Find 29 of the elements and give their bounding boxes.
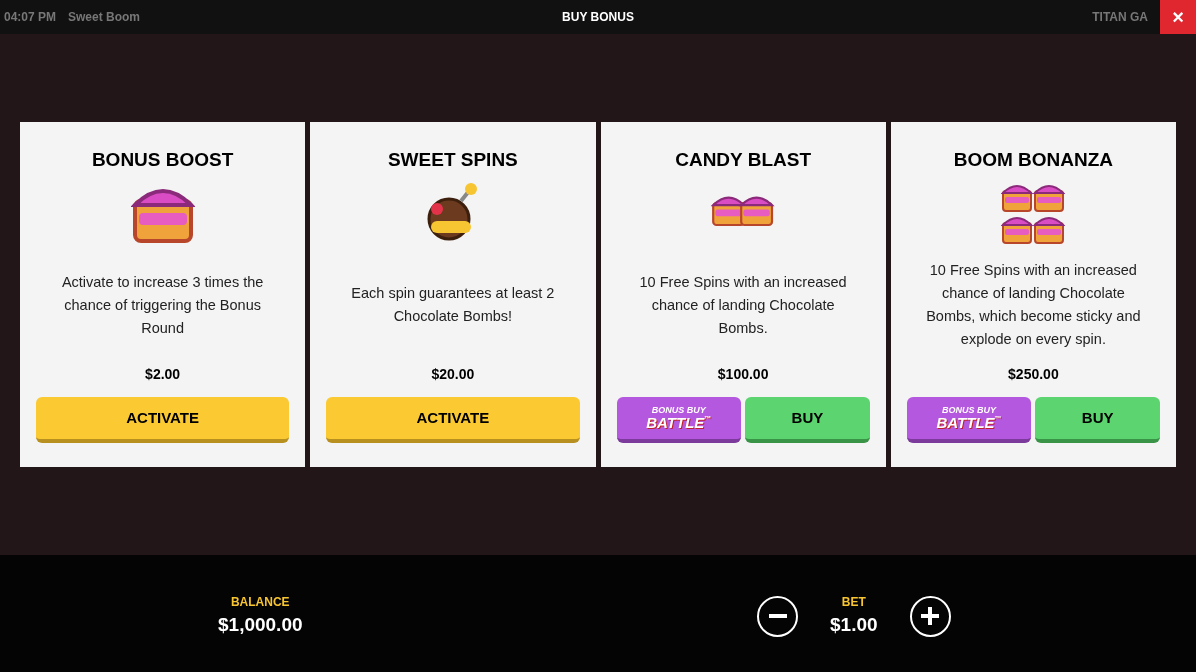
card-title: BOOM BONANZA xyxy=(953,148,1114,172)
provider-name: TITAN GA xyxy=(1092,9,1148,26)
card-description: Each spin guarantees at least 2 Chocolate Bombs! xyxy=(350,284,556,327)
card-price: $100.00 xyxy=(717,365,769,384)
bet-label: BET xyxy=(841,594,866,611)
card-title: SWEET SPINS xyxy=(387,148,518,172)
card-title: BONUS BOOST xyxy=(91,148,234,172)
clock-text: 04:07 PM xyxy=(4,9,57,26)
buy-button[interactable]: BUY xyxy=(1035,397,1160,443)
card-description: 10 Free Spins with an increased chance of landing Chocolate Bombs, which become sticky and explode on every spin. xyxy=(925,261,1142,350)
decrease-bet-button[interactable] xyxy=(757,595,798,637)
bet-value: $1.00 xyxy=(830,613,878,637)
card-description: Activate to increase 3 times the chance of triggering the Bonus Round xyxy=(60,272,265,338)
balance-value: $1,000.00 xyxy=(218,613,303,637)
card-price: $250.00 xyxy=(1008,365,1059,384)
balance-label: BALANCE xyxy=(230,594,290,611)
minus-icon xyxy=(768,614,787,619)
card-price: $2.00 xyxy=(145,365,181,384)
card-description: 10 Free Spins with an increased chance of landing Chocolate Bombs. xyxy=(638,272,848,338)
window-title: BUY BONUS xyxy=(562,9,634,26)
activate-button[interactable]: ACTIVATE xyxy=(326,397,580,443)
close-button[interactable]: × xyxy=(1160,0,1196,34)
card-price: $20.00 xyxy=(431,365,475,384)
plus-icon xyxy=(921,607,940,626)
game-name: Sweet Boom xyxy=(68,9,141,26)
increase-bet-button[interactable] xyxy=(909,595,951,637)
card-title: CANDY BLAST xyxy=(675,148,812,172)
buy-button[interactable]: BUY xyxy=(745,397,870,443)
activate-button[interactable]: ACTIVATE xyxy=(36,397,290,443)
